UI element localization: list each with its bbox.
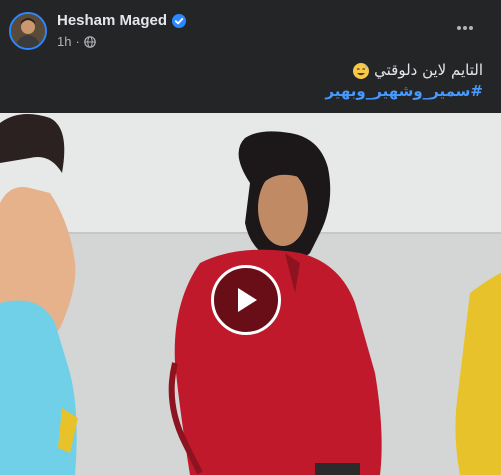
post-text: التايم لاين دلوقتي — [374, 61, 483, 79]
more-options-button[interactable] — [453, 16, 477, 40]
grinning-sweat-emoji-icon — [353, 62, 370, 79]
post-body: التايم لاين دلوقتي #سمير_وشهير_وبهير — [23, 60, 483, 102]
play-icon — [238, 288, 257, 312]
hashtag-link[interactable]: #سمير_وشهير_وبهير — [23, 81, 483, 102]
author-avatar[interactable] — [9, 12, 47, 50]
more-options-icon — [457, 26, 473, 30]
post-header: Hesham Maged 1h · — [0, 0, 501, 58]
play-button[interactable] — [211, 265, 281, 335]
meta-separator: · — [75, 34, 80, 49]
verified-badge-icon — [172, 14, 186, 28]
post-time[interactable]: 1h — [57, 34, 71, 49]
author-name[interactable]: Hesham Maged — [57, 12, 167, 29]
avatar-image — [11, 14, 45, 48]
post-meta: 1h · — [57, 34, 96, 49]
post-text-line: التايم لاين دلوقتي — [23, 60, 483, 81]
globe-icon[interactable] — [84, 35, 96, 48]
